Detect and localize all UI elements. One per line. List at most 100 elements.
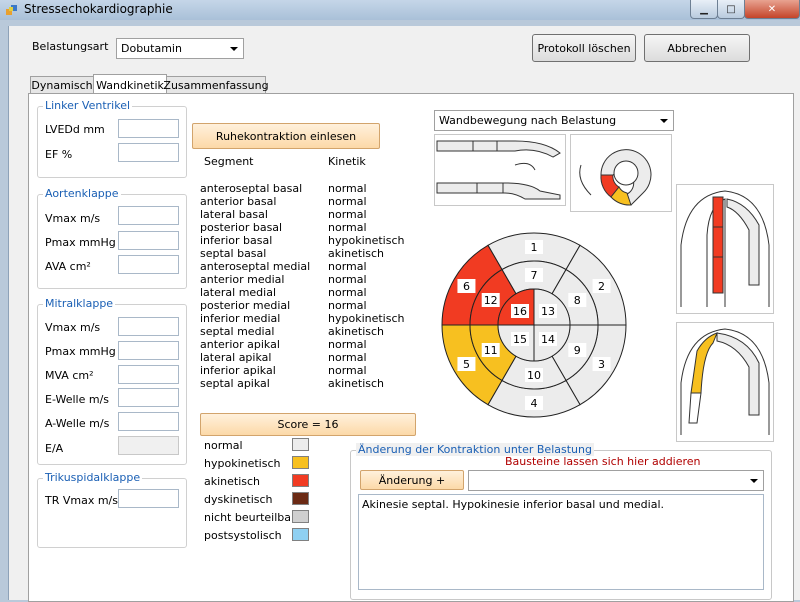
segment-kinetik: normal [328, 299, 367, 312]
four-chamber-view-image [676, 184, 774, 314]
segment-number: 10 [527, 369, 541, 382]
segment-kinetik: normal [328, 260, 367, 273]
segment-name: lateral apikal [200, 351, 272, 364]
legend-item: hypokinetisch [204, 456, 324, 472]
legend-swatch [292, 456, 309, 469]
field-label: E/A [45, 442, 64, 455]
segment-number: 14 [541, 333, 555, 346]
segment-number: 3 [598, 358, 605, 371]
legend-label: postsystolisch [204, 529, 282, 542]
field-label: LVEDd mm [45, 123, 105, 136]
segment-kinetik: normal [328, 338, 367, 351]
bullseye-plot: 1 2 3 4 5 6 7 8 9 10 11 12 13 14 15 16 [432, 230, 637, 420]
aenderung-select[interactable] [468, 470, 764, 491]
score-button[interactable]: Score = 16 [200, 413, 416, 436]
aenderung-add-button[interactable]: Änderung + [360, 470, 464, 490]
minimize-icon: ▁ [700, 3, 708, 15]
segment-number: 7 [531, 269, 538, 282]
tab-zusammenfassung[interactable]: Zusammenfassung [163, 76, 269, 94]
segment-kinetik: normal [328, 195, 367, 208]
legend-label: nicht beurteilbar [204, 511, 296, 524]
legend-swatch [292, 528, 309, 541]
two-chamber-view-image [676, 322, 774, 442]
segment-name: anteroseptal basal [200, 182, 303, 195]
segment-kinetik: normal [328, 221, 367, 234]
field-label: TR Vmax m/s [45, 494, 118, 507]
table-row: lateral basal normal [200, 208, 410, 221]
segment-kinetik: normal [328, 351, 367, 364]
segment-name: anterior medial [200, 273, 285, 286]
legend-item: dyskinetisch [204, 492, 324, 508]
group-title: Trikuspidalklappe [43, 471, 143, 484]
segment-number: 4 [531, 397, 538, 410]
legend-swatch [292, 510, 309, 523]
segment-kinetik: normal [328, 286, 367, 299]
mk-vmax-input[interactable] [118, 317, 179, 336]
aenderung-textarea[interactable]: Akinesie septal. Hypokinesie inferior ba… [358, 494, 764, 590]
segment-name: septal basal [200, 247, 267, 260]
mk-pmax-input[interactable] [118, 341, 179, 360]
abbrechen-button[interactable]: Abbrechen [644, 34, 750, 62]
segment-number: 2 [598, 280, 605, 293]
group-title: Aortenklappe [43, 187, 121, 200]
table-row: anteroseptal medial normal [200, 260, 410, 273]
ef-input[interactable] [118, 143, 179, 162]
ak-pmax-input[interactable] [118, 231, 179, 250]
segment-number: 16 [513, 305, 527, 318]
segment-name: anterior basal [200, 195, 277, 208]
segment-column-header: Segment [204, 155, 254, 168]
legend-swatch [292, 492, 309, 505]
segment-name: septal medial [200, 325, 275, 338]
belastungsart-select[interactable]: Dobutamin [116, 38, 244, 59]
segment-number: 12 [484, 294, 498, 307]
close-button[interactable]: ✕ [744, 0, 800, 19]
protokoll-loeschen-button[interactable]: Protokoll löschen [532, 34, 636, 62]
legend-swatch [292, 438, 309, 451]
view-select[interactable]: Wandbewegung nach Belastung [434, 110, 674, 131]
minimize-button[interactable]: ▁ [690, 0, 718, 19]
field-label: Pmax mmHg [45, 236, 116, 249]
segment-kinetik: akinetisch [328, 377, 385, 390]
lvedd-input[interactable] [118, 119, 179, 138]
table-row: inferior basal hypokinetisch [200, 234, 410, 247]
mva-input[interactable] [118, 365, 179, 384]
kinetik-column-header: Kinetik [328, 155, 366, 168]
legend-item: nicht beurteilbar [204, 510, 324, 526]
segment-number: 15 [513, 333, 527, 346]
legend-swatch [292, 474, 309, 487]
group-linker-ventrikel: Linker Ventrikel LVEDd mm EF % [37, 99, 187, 178]
segment-kinetik: akinetisch [328, 325, 385, 338]
segment-kinetik: normal [328, 182, 367, 195]
field-label: E-Welle m/s [45, 393, 110, 406]
field-label: AVA cm² [45, 260, 91, 273]
tab-wandkinetik[interactable]: Wandkinetik [93, 74, 167, 95]
window-title: Stressechokardiographie [24, 2, 173, 16]
segment-number: 11 [484, 344, 498, 357]
field-label: A-Welle m/s [45, 417, 110, 430]
ruhekontraktion-button[interactable]: Ruhekontraktion einlesen [192, 123, 380, 149]
field-label: EF % [45, 148, 73, 161]
table-row: inferior medial hypokinetisch [200, 312, 410, 325]
field-label: MVA cm² [45, 369, 94, 382]
table-row: anteroseptal basal normal [200, 182, 410, 195]
legend-label: hypokinetisch [204, 457, 281, 470]
table-row: anterior apikal normal [200, 338, 410, 351]
segment-name: lateral medial [200, 286, 277, 299]
belastungsart-value: Dobutamin [121, 42, 182, 55]
segment-name: lateral basal [200, 208, 268, 221]
segment-kinetik: normal [328, 364, 367, 377]
group-mitralklappe: Mitralklappe Vmax m/s Pmax mmHg MVA cm² … [37, 297, 187, 465]
ava-input[interactable] [118, 255, 179, 274]
segment-name: inferior medial [200, 312, 281, 325]
maximize-button[interactable]: □ [717, 0, 745, 19]
group-aortenklappe: Aortenklappe Vmax m/s Pmax mmHg AVA cm² [37, 187, 187, 289]
segment-name: anterior apikal [200, 338, 280, 351]
tab-dynamisch[interactable]: Dynamisch [30, 76, 94, 94]
tr-vmax-input[interactable] [118, 489, 179, 508]
e-welle-input[interactable] [118, 388, 179, 407]
ak-vmax-input[interactable] [118, 206, 179, 225]
table-row: posterior basal normal [200, 221, 410, 234]
segment-name: inferior basal [200, 234, 273, 247]
a-welle-input[interactable] [118, 412, 179, 431]
table-row: septal basal akinetisch [200, 247, 410, 260]
